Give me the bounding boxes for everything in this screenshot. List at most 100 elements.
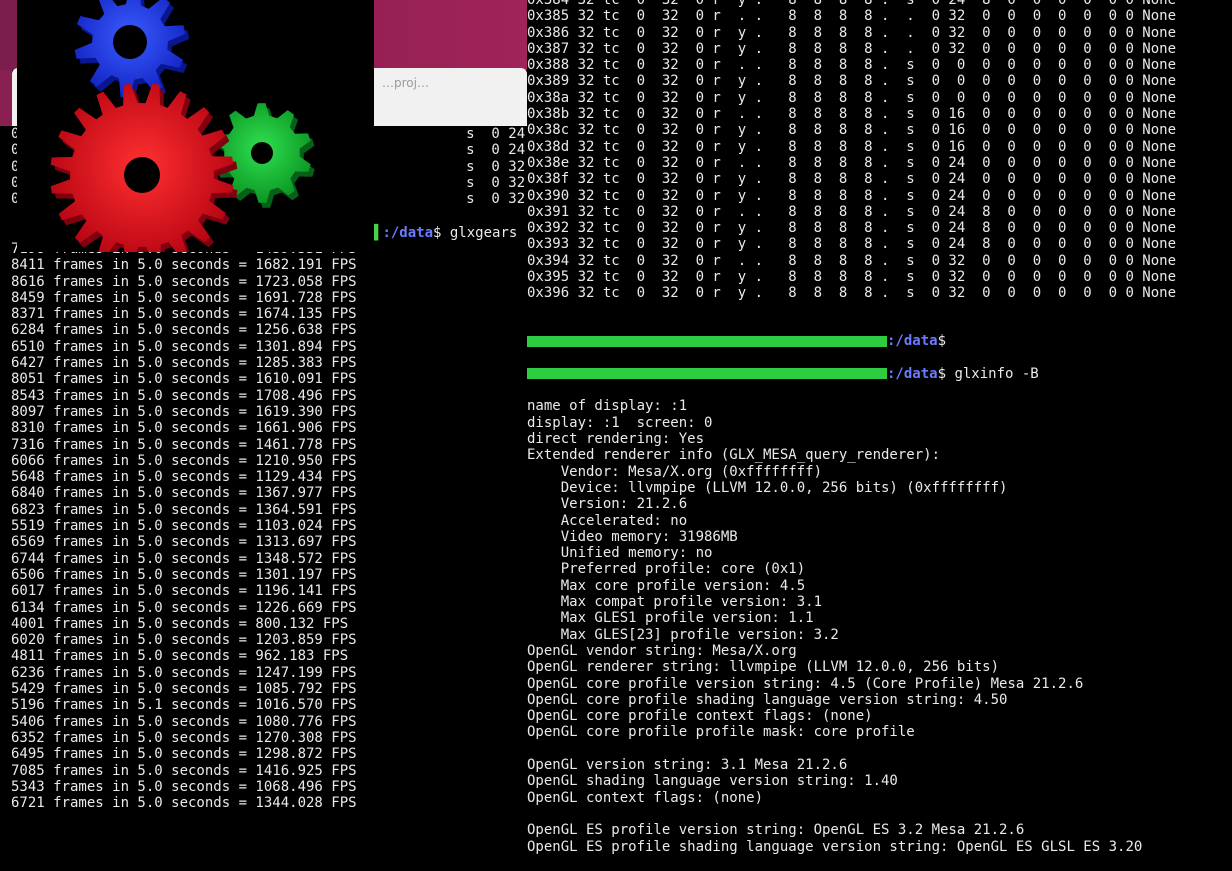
fps-line: 6134 frames in 5.0 seconds = 1226.669 FP… [11,599,357,616]
redacted-prompt [527,368,887,380]
glxinfo-line [527,806,1142,822]
prompt-symbol: $ [937,333,947,350]
glxinfo-line: Preferred profile: core (0x1) [527,561,806,578]
fps-line: 6510 frames in 5.0 seconds = 1301.894 FP… [11,338,357,355]
fps-line: 5343 frames in 5.0 seconds = 1068.496 FP… [11,778,357,795]
prompt-symbol: $ [937,365,947,382]
fps-line: 6017 frames in 5.0 seconds = 1196.141 FP… [11,583,357,600]
visual-row: 0x396 32 tc 0 32 0 r y . 8 8 8 8 . s 0 3… [527,285,1177,302]
fps-line: 8097 frames in 5.0 seconds = 1619.390 FP… [11,403,357,420]
fps-line: 8051 frames in 5.0 seconds = 1610.091 FP… [11,371,357,388]
fps-line: 6427 frames in 5.0 seconds = 1285.383 FP… [11,355,357,372]
fps-line: 6744 frames in 5.0 seconds = 1348.572 FP… [11,550,357,567]
glxinfo-line: Device: llvmpipe (LLVM 12.0.0, 256 bits)… [527,479,1008,496]
visual-row: 0x387 32 tc 0 32 0 r y . 8 8 8 8 . . 0 3… [527,40,1177,57]
glxinfo-line: OpenGL renderer string: llvmpipe (LLVM 1… [527,659,1000,676]
glxinfo-line: Max GLES[23] profile version: 3.2 [527,626,839,643]
glxinfo-line: OpenGL ES profile shading language versi… [527,838,1143,855]
fps-line: 8543 frames in 5.0 seconds = 1708.496 FP… [11,387,357,404]
fps-line: 6569 frames in 5.0 seconds = 1313.697 FP… [11,534,357,551]
fps-line: 7316 frames in 5.0 seconds = 1461.778 FP… [11,436,357,453]
visual-row: 0x394 32 tc 0 32 0 r . . 8 8 8 8 . s 0 3… [527,252,1177,269]
glxinfo-line: direct rendering: Yes [527,431,705,448]
glxinfo-line: Max compat profile version: 3.1 [527,594,823,611]
glxgears-fps-output: 7198 frames in 5.0 seconds = 1439.531 FP… [11,241,357,811]
fps-line: 6506 frames in 5.0 seconds = 1301.197 FP… [11,566,357,583]
fps-line: 6352 frames in 5.0 seconds = 1270.308 FP… [11,729,357,746]
glxinfo-line: Version: 21.2.6 [527,496,688,513]
fps-line: 8616 frames in 5.0 seconds = 1723.058 FP… [11,273,357,290]
glxinfo-line: Max core profile version: 4.5 [527,577,806,594]
glxinfo-line: OpenGL version string: 3.1 Mesa 21.2.6 [527,757,848,774]
visual-row: 0x38a 32 tc 0 32 0 r y . 8 8 8 8 . s 0 0… [527,89,1177,106]
glxinfo-line: name of display: :1 [527,398,688,415]
redacted-prompt [527,335,887,347]
glxinfo-line: OpenGL vendor string: Mesa/X.org [527,642,797,659]
fps-line: 6020 frames in 5.0 seconds = 1203.859 FP… [11,632,357,649]
fps-line: 5429 frames in 5.0 seconds = 1085.792 FP… [11,681,357,698]
visual-row: 0x386 32 tc 0 32 0 r y . 8 8 8 8 . . 0 3… [527,24,1177,41]
fps-line: 5648 frames in 5.0 seconds = 1129.434 FP… [11,469,357,486]
glxinfo-line: Unified memory: no [527,545,713,562]
fps-line: 6284 frames in 5.0 seconds = 1256.638 FP… [11,322,357,339]
fps-line: 7085 frames in 5.0 seconds = 1416.925 FP… [11,762,357,779]
prompt-path: :/data [887,333,938,350]
fps-line: 4811 frames in 5.0 seconds = 962.183 FPS [11,648,349,665]
fps-line: 6823 frames in 5.0 seconds = 1364.591 FP… [11,501,357,518]
visual-row: 0x391 32 tc 0 32 0 r . . 8 8 8 8 . s 0 2… [527,203,1177,220]
fps-line: 8310 frames in 5.0 seconds = 1661.906 FP… [11,420,357,437]
fps-line: 6236 frames in 5.0 seconds = 1247.199 FP… [11,664,357,681]
prompt-command: glxinfo -B [946,365,1039,382]
glxinfo-line: OpenGL core profile context flags: (none… [527,708,873,725]
visual-row: 0x389 32 tc 0 32 0 r y . 8 8 8 8 . s 0 0… [527,73,1177,90]
glxinfo-output: :/data$ :/data$ glxinfo -B name of displ… [527,317,1142,871]
glxinfo-line: Extended renderer info (GLX_MESA_query_r… [527,447,941,464]
glxinfo-line: Video memory: 31986MB [527,528,738,545]
visual-row: 0x385 32 tc 0 32 0 r . . 8 8 8 8 . . 0 3… [527,8,1177,25]
prompt-symbol: $ [433,225,450,241]
fps-line: 5196 frames in 5.1 seconds = 1016.570 FP… [11,697,357,714]
visual-row: 0x384 32 tc 0 32 0 r y . 8 8 8 8 . s 0 2… [527,0,1177,8]
prompt-path: :/data [382,225,434,241]
glxinfo-line: Max GLES1 profile version: 1.1 [527,610,814,627]
glxinfo-line: OpenGL core profile profile mask: core p… [527,724,915,741]
visual-row: 0x388 32 tc 0 32 0 r . . 8 8 8 8 . s 0 0… [527,57,1177,74]
fps-line: 6721 frames in 5.0 seconds = 1344.028 FP… [11,795,357,812]
left-terminal-title: …proj… [382,76,429,90]
visual-row: 0x38c 32 tc 0 32 0 r y . 8 8 8 8 . s 0 1… [527,122,1177,139]
glxinfo-line: OpenGL shading language version string: … [527,773,898,790]
glxinfo-line: Vendor: Mesa/X.org (0xffffffff) [527,463,823,480]
visual-row: 0x38b 32 tc 0 32 0 r . . 8 8 8 8 . s 0 1… [527,106,1177,123]
left-terminal-prompt: ▌:/data$ glxgears [374,225,517,241]
visual-row: 0x38e 32 tc 0 32 0 r . . 8 8 8 8 . s 0 2… [527,154,1177,171]
visual-row: 0x390 32 tc 0 32 0 r y . 8 8 8 8 . s 0 2… [527,187,1177,204]
fps-line: 5519 frames in 5.0 seconds = 1103.024 FP… [11,518,357,535]
right-prompt-1: :/data$ [527,333,1142,349]
glxinfo-line: OpenGL core profile version string: 4.5 … [527,675,1084,692]
prompt-command: glxgears [449,225,518,241]
visual-row: 0x38d 32 tc 0 32 0 r y . 8 8 8 8 . s 0 1… [527,138,1177,155]
fps-line: 6066 frames in 5.0 seconds = 1210.950 FP… [11,452,357,469]
fps-line: 8411 frames in 5.0 seconds = 1682.191 FP… [11,257,357,274]
glxinfo-visual-table: 0x384 32 tc 0 32 0 r y . 8 8 8 8 . s 0 2… [527,0,1176,302]
fps-line: 6495 frames in 5.0 seconds = 1298.872 FP… [11,746,357,763]
red-gear [50,83,238,252]
fps-line: 6840 frames in 5.0 seconds = 1367.977 FP… [11,485,357,502]
glxinfo-line: OpenGL ES profile version string: OpenGL… [527,822,1025,839]
glxgears-window[interactable] [17,0,374,252]
glxinfo-line: OpenGL core profile shading language ver… [527,691,1008,708]
visual-row: 0x395 32 tc 0 32 0 r y . 8 8 8 8 . s 0 3… [527,269,1177,286]
glxinfo-line: Accelerated: no [527,512,688,529]
right-prompt-2: :/data$ glxinfo -B [527,366,1142,382]
fps-line: 4001 frames in 5.0 seconds = 800.132 FPS [11,615,349,632]
visual-row: 0x392 32 tc 0 32 0 r y . 8 8 8 8 . s 0 2… [527,220,1177,237]
glxinfo-lines: name of display: :1 display: :1 screen: 0… [527,398,1142,854]
visual-row: 0x393 32 tc 0 32 0 r y . 8 8 8 8 . s 0 2… [527,236,1177,253]
fps-line: 5406 frames in 5.0 seconds = 1080.776 FP… [11,713,357,730]
glxinfo-line [527,741,1142,757]
prompt-path: :/data [887,365,938,382]
gears-canvas [50,0,315,252]
glxinfo-line: OpenGL context flags: (none) [527,789,764,806]
glxinfo-line: display: :1 screen: 0 [527,414,713,431]
visual-row: 0x38f 32 tc 0 32 0 r y . 8 8 8 8 . s 0 2… [527,171,1177,188]
